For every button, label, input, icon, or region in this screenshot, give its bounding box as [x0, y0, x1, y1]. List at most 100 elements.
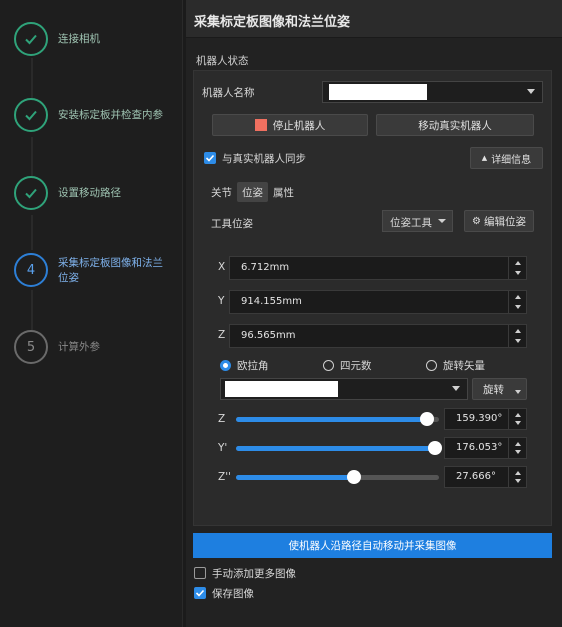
arrow-up-icon — [515, 329, 521, 333]
slider-fill — [236, 417, 427, 422]
caret-up-icon: ▲ — [481, 154, 488, 162]
step-install-calibration-board[interactable]: 安装标定板并检查内参 — [0, 98, 183, 148]
pose-tool-select[interactable]: 位姿工具 — [382, 210, 453, 232]
auto-move-capture-button[interactable]: 使机器人沿路径自动移动并采集图像 — [193, 533, 552, 558]
step-set-move-path[interactable]: 设置移动路径 — [0, 176, 183, 226]
sync-real-robot-checkbox[interactable] — [204, 152, 216, 164]
manual-add-images-label: 手动添加更多图像 — [212, 568, 296, 580]
chevron-down-icon — [452, 386, 460, 391]
gear-icon: ⚙ — [472, 215, 481, 227]
panel-header: 采集标定板图像和法兰位姿 — [186, 0, 562, 38]
z-double-prime-angle-label: Z'' — [218, 471, 231, 483]
step-label: 设置移动路径 — [58, 187, 121, 199]
x-value: 6.712mm — [241, 262, 290, 273]
manual-add-images-checkbox[interactable] — [194, 567, 206, 579]
y-prime-angle-slider[interactable] — [236, 441, 442, 455]
slider-fill — [236, 446, 435, 451]
step-label: 安装标定板并检查内参 — [58, 109, 163, 121]
slider-fill — [236, 475, 354, 480]
step-label: 计算外参 — [58, 341, 100, 353]
tab-pose[interactable]: 位姿 — [237, 182, 268, 202]
rotate-label: 旋转 — [483, 383, 504, 396]
save-images-label: 保存图像 — [212, 588, 254, 600]
app-window: 连接相机 安装标定板并检查内参 设置移动路径 4 采集标定板图像和法兰 位姿 5… — [0, 0, 562, 627]
slider-thumb[interactable] — [427, 441, 442, 455]
y-prime-angle-stepper[interactable] — [508, 438, 526, 458]
tab-properties[interactable]: 属性 — [268, 182, 299, 202]
quaternion-label: 四元数 — [340, 360, 372, 372]
arrow-up-icon — [515, 261, 521, 265]
x-input[interactable]: 6.712mm — [229, 256, 527, 280]
step-connect-camera[interactable]: 连接相机 — [0, 22, 183, 72]
chevron-down-icon — [527, 89, 535, 94]
euler-convention-value — [225, 381, 338, 397]
step-capture-images[interactable]: 4 采集标定板图像和法兰 位姿 — [0, 253, 183, 303]
z-angle-input[interactable]: 159.390° — [444, 408, 527, 430]
move-real-robot-button[interactable]: 移动真实机器人 — [376, 114, 534, 136]
z-double-prime-angle-slider[interactable] — [236, 470, 439, 484]
z-angle-stepper[interactable] — [508, 409, 526, 429]
quaternion-radio[interactable] — [323, 360, 334, 371]
step-label: 采集标定板图像和法兰 位姿 — [58, 256, 163, 286]
edit-pose-button[interactable]: ⚙ 编辑位姿 — [464, 210, 534, 232]
arrow-down-icon — [515, 305, 521, 309]
chevron-down-icon — [515, 390, 521, 394]
check-icon — [14, 22, 48, 56]
step-number-badge: 4 — [14, 253, 48, 287]
robot-name-value — [329, 84, 427, 100]
z-stepper[interactable] — [508, 325, 526, 347]
z-value: 96.565mm — [241, 330, 296, 341]
arrow-down-icon — [515, 421, 521, 425]
arrow-down-icon — [515, 339, 521, 343]
y-input[interactable]: 914.155mm — [229, 290, 527, 314]
step-label-line2: 位姿 — [58, 272, 79, 284]
stop-icon — [254, 119, 267, 131]
chevron-down-icon — [438, 219, 446, 223]
step-label-line1: 采集标定板图像和法兰 — [58, 257, 163, 269]
step-calculate-extrinsics[interactable]: 5 计算外参 — [0, 330, 183, 380]
arrow-down-icon — [515, 479, 521, 483]
rotation-vector-radio[interactable] — [426, 360, 437, 371]
z-angle-label: Z — [218, 413, 226, 425]
euler-angles-label: 欧拉角 — [237, 360, 269, 372]
pose-tool-value: 位姿工具 — [390, 217, 432, 229]
check-icon — [14, 98, 48, 132]
save-images-checkbox[interactable] — [194, 587, 206, 599]
step-label: 连接相机 — [58, 33, 100, 45]
euler-angles-radio[interactable] — [220, 360, 231, 371]
robot-status-heading: 机器人状态 — [196, 55, 249, 67]
x-label: X — [218, 261, 226, 273]
z-double-prime-angle-stepper[interactable] — [508, 467, 526, 487]
y-stepper[interactable] — [508, 291, 526, 313]
robot-status-group: 机器人名称 停止机器人 移动真实机器人 与真实机器人同步 ▲ 详细信息 关节 位… — [193, 70, 552, 526]
robot-name-label: 机器人名称 — [202, 87, 255, 99]
z-label: Z — [218, 329, 226, 341]
move-real-robot-label: 移动真实机器人 — [418, 119, 492, 132]
wizard-stepper: 连接相机 安装标定板并检查内参 设置移动路径 4 采集标定板图像和法兰 位姿 5… — [0, 0, 183, 627]
details-button[interactable]: ▲ 详细信息 — [470, 147, 543, 169]
x-stepper[interactable] — [508, 257, 526, 279]
pose-tabs: 关节 位姿 属性 — [206, 182, 299, 202]
y-prime-angle-label: Y' — [218, 442, 228, 454]
arrow-up-icon — [515, 413, 521, 417]
y-prime-angle-input[interactable]: 176.053° — [444, 437, 527, 459]
stop-robot-button[interactable]: 停止机器人 — [212, 114, 368, 136]
y-label: Y — [218, 295, 225, 307]
arrow-up-icon — [515, 471, 521, 475]
euler-convention-select[interactable] — [220, 378, 468, 400]
z-angle-slider[interactable] — [236, 412, 439, 426]
arrow-up-icon — [515, 295, 521, 299]
z-input[interactable]: 96.565mm — [229, 324, 527, 348]
rotate-button[interactable]: 旋转 — [472, 378, 527, 400]
tab-joints[interactable]: 关节 — [206, 182, 237, 202]
slider-thumb[interactable] — [419, 412, 434, 426]
arrow-down-icon — [515, 450, 521, 454]
y-value: 914.155mm — [241, 296, 302, 307]
rotation-vector-label: 旋转矢量 — [443, 360, 485, 372]
slider-thumb[interactable] — [346, 470, 361, 484]
tool-pose-label: 工具位姿 — [211, 218, 253, 230]
z-double-prime-angle-input[interactable]: 27.666° — [444, 466, 527, 488]
robot-name-select[interactable] — [322, 81, 543, 103]
sync-real-robot-label: 与真实机器人同步 — [222, 153, 306, 165]
check-icon — [14, 176, 48, 210]
